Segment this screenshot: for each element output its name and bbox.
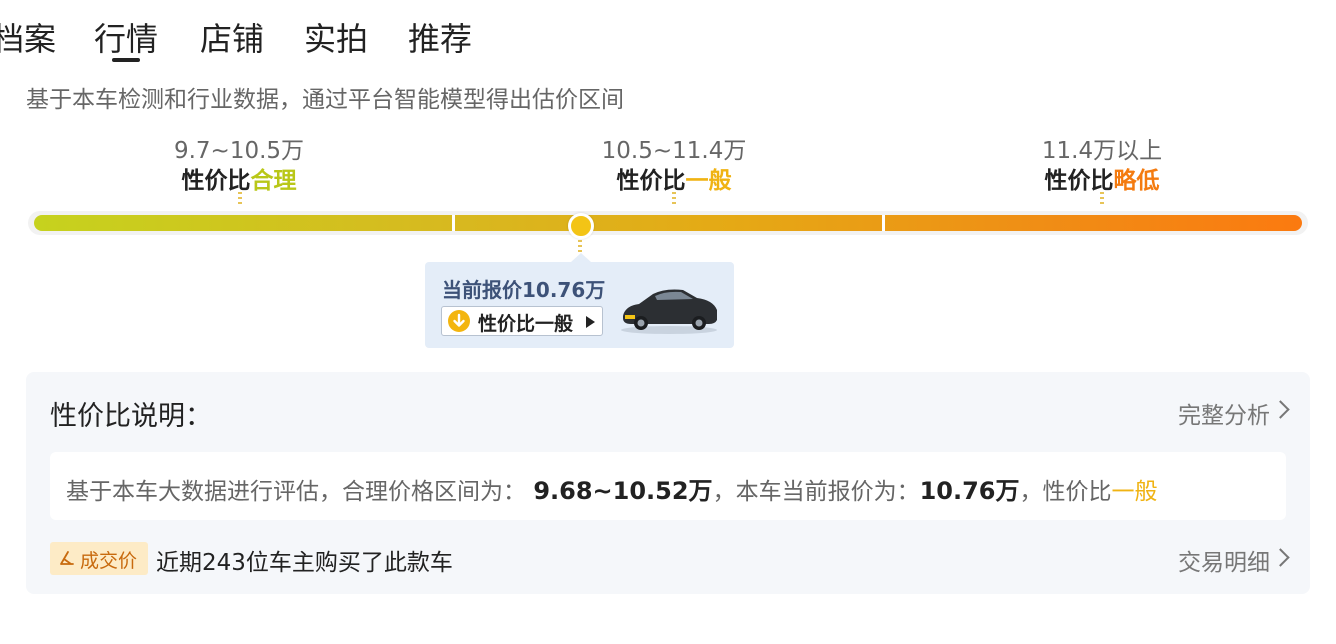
tab-archive[interactable]: 档案 [0, 14, 56, 60]
chevron-right-icon[interactable] [1271, 400, 1290, 419]
info-prefix: 基于本车大数据进行评估，合理价格区间为： [66, 479, 526, 505]
info-sep: ，性价比 [1019, 479, 1112, 505]
deal-price-badge: 成交价 [50, 542, 148, 575]
segment-price-low: 11.4万以上 [1041, 138, 1163, 164]
reasonable-range-value: 9.68~10.52万 [533, 477, 713, 505]
price-gradient-bar [34, 215, 1302, 231]
tab-store[interactable]: 店铺 [200, 14, 264, 60]
value-level: 一般 [1111, 479, 1158, 505]
chevron-right-icon[interactable] [1271, 548, 1290, 567]
segment-rating-low: 性价比略低 [1002, 161, 1202, 195]
recent-buyers-text: 近期243位车主购买了此款车 [156, 550, 453, 576]
car-thumbnail [617, 278, 721, 336]
segment-level-reasonable: 合理 [250, 168, 297, 194]
segment-rating-prefix: 性价比 [616, 168, 686, 194]
value-rating-button[interactable]: 性价比一般 [441, 306, 603, 336]
segment-price-reasonable: 9.7~10.5万 [173, 138, 305, 164]
deal-price-badge-label: 成交价 [80, 550, 138, 572]
info-mid: ，本车当前报价为： [712, 479, 920, 505]
transaction-details-link[interactable]: 交易明细 [1178, 543, 1270, 577]
segment-rating-prefix: 性价比 [1044, 168, 1114, 194]
segment-price-average: 10.5~11.4万 [601, 138, 747, 164]
price-range-bar [28, 211, 1308, 235]
marker-dots [578, 240, 582, 252]
tab-recommend[interactable]: 推荐 [408, 14, 472, 60]
segment-level-average: 一般 [685, 168, 732, 194]
tab-market[interactable]: 行情 [94, 14, 158, 62]
panel-title: 性价比说明： [50, 401, 212, 432]
arrow-down-circle-icon [448, 310, 470, 332]
value-explanation-panel: 性价比说明： 完整分析 基于本车大数据进行评估，合理价格区间为： 9.68~10… [26, 372, 1310, 594]
tag-icon [58, 548, 76, 568]
segment-dots [238, 192, 242, 204]
current-price-tooltip: 当前报价10.76万 性价比一般 [425, 253, 734, 348]
full-analysis-link[interactable]: 完整分析 [1178, 396, 1270, 430]
bar-divider [452, 215, 455, 231]
value-rating-label: 性价比一般 [478, 313, 574, 335]
play-arrow-icon [586, 316, 595, 328]
evaluation-info-box: 基于本车大数据进行评估，合理价格区间为： 9.68~10.52万，本车当前报价为… [50, 452, 1286, 520]
segment-dots [672, 192, 676, 204]
segment-rating-reasonable: 性价比合理 [139, 161, 339, 195]
segment-rating-prefix: 性价比 [181, 168, 251, 194]
segment-level-low: 略低 [1113, 168, 1160, 194]
current-price-marker [568, 213, 594, 239]
evaluation-text: 基于本车大数据进行评估，合理价格区间为： 9.68~10.52万，本车当前报价为… [66, 471, 1157, 506]
segment-rating-average: 性价比一般 [574, 161, 774, 195]
segment-dots [1100, 192, 1104, 204]
valuation-subtitle: 基于本车检测和行业数据，通过平台智能模型得出估价区间 [26, 87, 624, 113]
current-price-label: 当前报价10.76万 [442, 278, 606, 302]
current-price-value: 10.76万 [919, 477, 1020, 505]
tab-photos[interactable]: 实拍 [304, 14, 368, 60]
bar-divider [882, 215, 885, 231]
